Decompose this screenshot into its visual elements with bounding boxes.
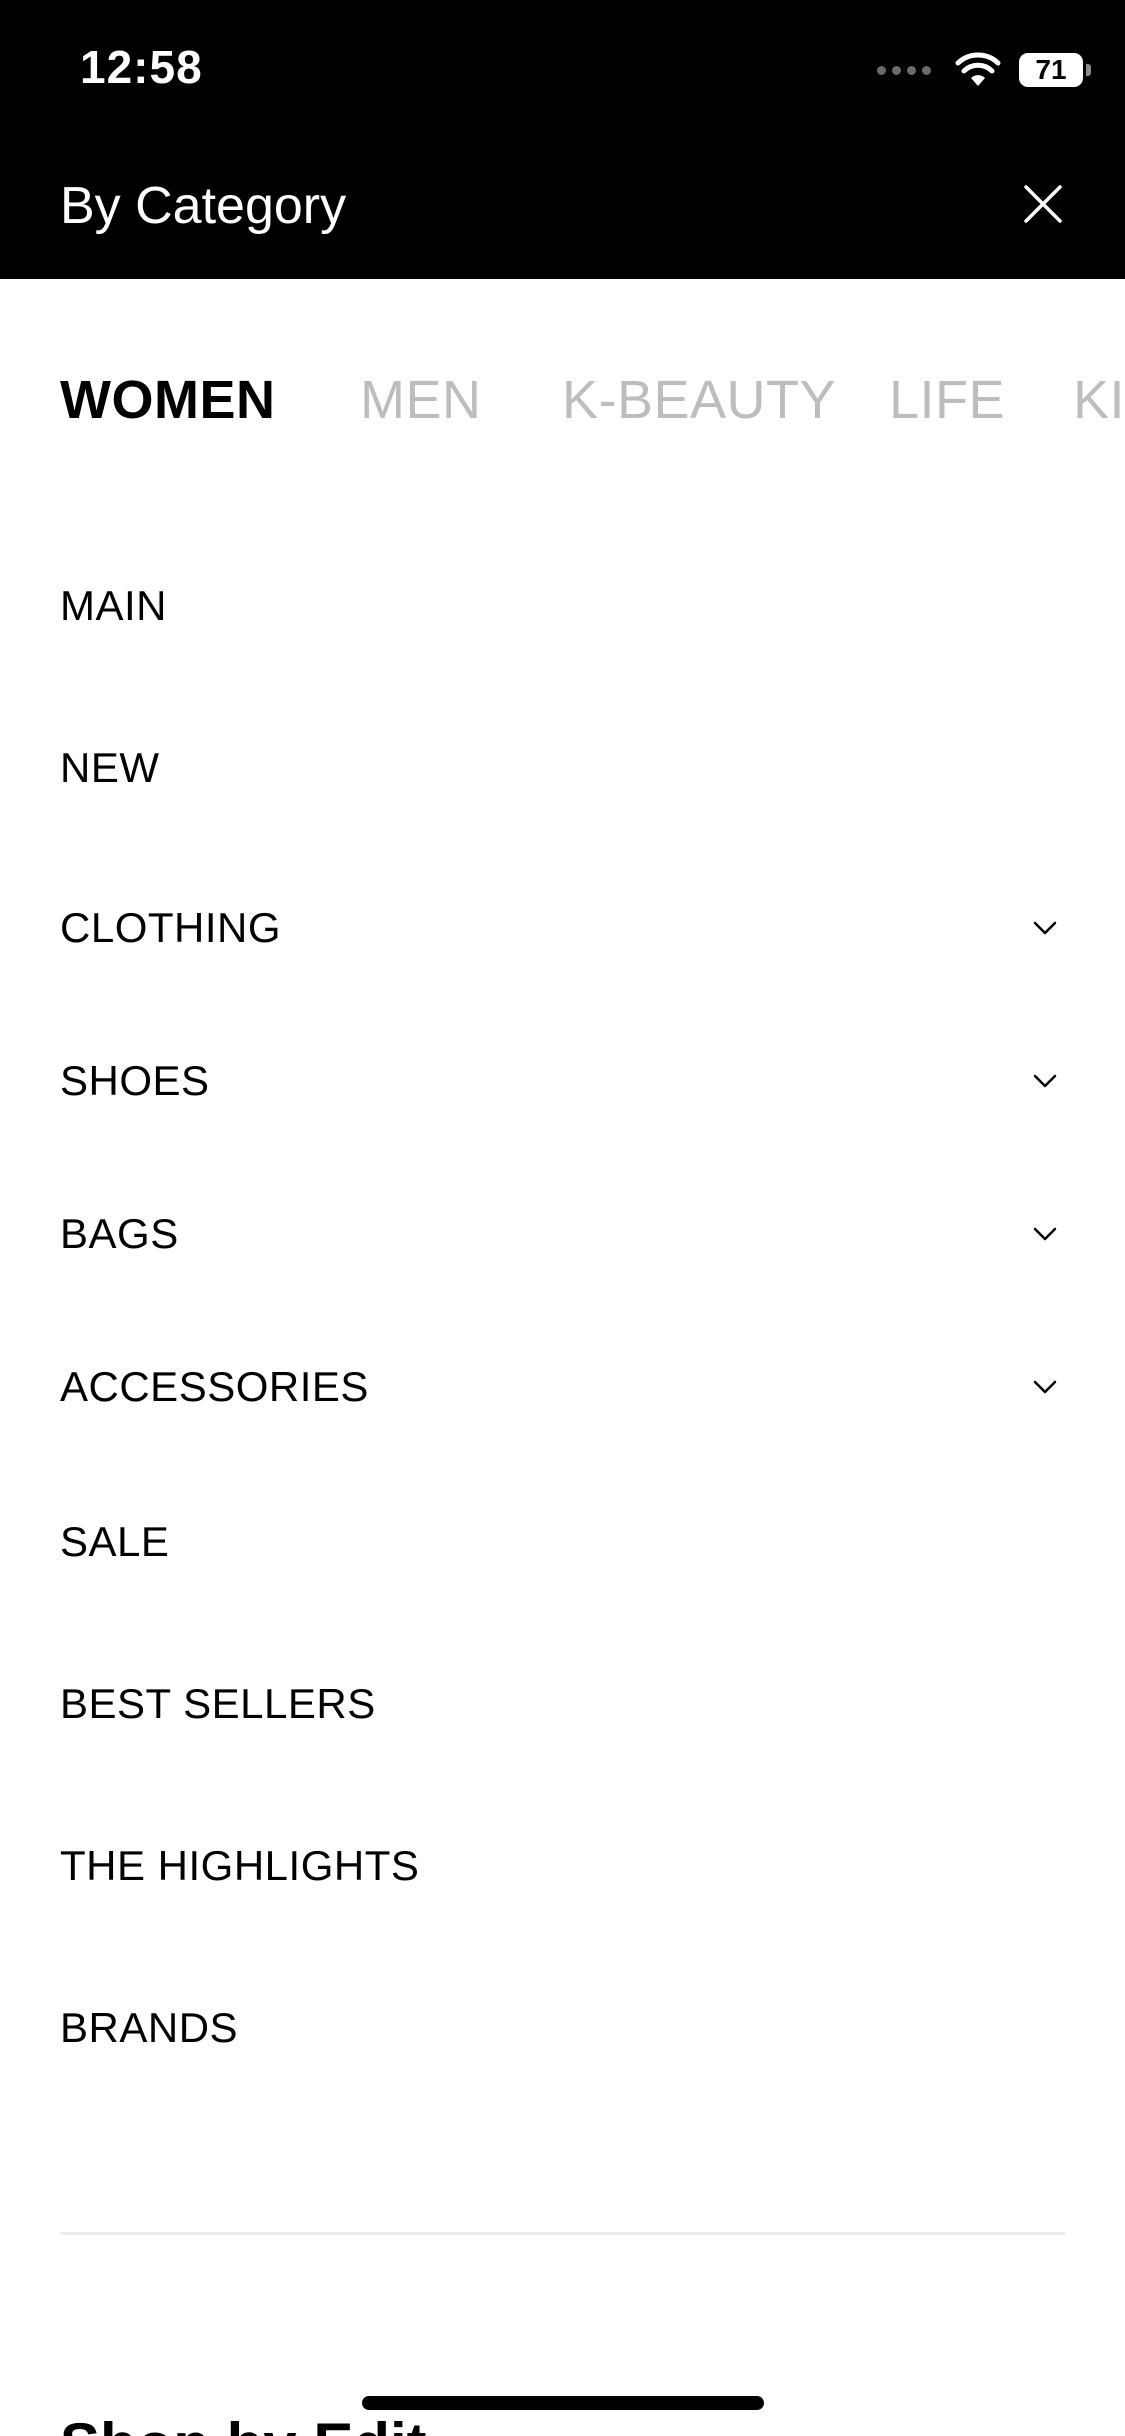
status-time: 12:58 bbox=[80, 41, 203, 93]
menu-item-label: BEST SELLERS bbox=[60, 1680, 376, 1727]
category-menu-screen: 12:58 71 By Category WOMEN MEN K-BEAUTY … bbox=[0, 0, 1125, 2436]
tab-men[interactable]: MEN bbox=[360, 360, 482, 440]
menu-item-clothing[interactable]: CLOTHING bbox=[60, 873, 1065, 983]
tab-k-beauty[interactable]: K-BEAUTY bbox=[562, 360, 836, 440]
menu-item-label: CLOTHING bbox=[60, 904, 282, 951]
chevron-down-icon[interactable] bbox=[1025, 1214, 1065, 1254]
menu-item-label: ACCESSORIES bbox=[60, 1363, 369, 1410]
page-title: By Category bbox=[60, 177, 347, 235]
menu-item-label: BAGS bbox=[60, 1210, 179, 1257]
section-divider bbox=[60, 2232, 1065, 2235]
chevron-down-icon[interactable] bbox=[1025, 1367, 1065, 1407]
close-icon bbox=[1024, 185, 1062, 223]
menu-item-accessories[interactable]: ACCESSORIES bbox=[60, 1332, 1065, 1442]
close-button[interactable] bbox=[1011, 172, 1075, 236]
menu-item-shoes[interactable]: SHOES bbox=[60, 1026, 1065, 1136]
chevron-down-icon[interactable] bbox=[1025, 908, 1065, 948]
wifi-icon bbox=[955, 52, 1001, 86]
header: 12:58 71 By Category bbox=[0, 0, 1125, 279]
menu-item-label: THE HIGHLIGHTS bbox=[60, 1842, 420, 1889]
menu-item-label: MAIN bbox=[60, 582, 167, 629]
status-icons: 71 bbox=[877, 48, 1091, 92]
battery-icon: 71 bbox=[1019, 53, 1091, 87]
menu-item-brands[interactable]: BRANDS bbox=[60, 1973, 1065, 2083]
tab-kids[interactable]: KIDS bbox=[1073, 360, 1125, 440]
menu-item-the-highlights[interactable]: THE HIGHLIGHTS bbox=[60, 1811, 1065, 1921]
menu-item-new[interactable]: NEW bbox=[60, 713, 1065, 823]
menu-item-main[interactable]: MAIN bbox=[60, 551, 1065, 661]
menu-item-sale[interactable]: SALE bbox=[60, 1487, 1065, 1597]
tab-life[interactable]: LIFE bbox=[889, 360, 1005, 440]
tab-women[interactable]: WOMEN bbox=[60, 360, 275, 440]
menu-item-label: BRANDS bbox=[60, 2004, 239, 2051]
section-heading: Shop by Edit bbox=[60, 2410, 427, 2436]
chevron-down-icon[interactable] bbox=[1025, 1061, 1065, 1101]
home-indicator[interactable] bbox=[362, 2396, 764, 2410]
menu-item-label: SHOES bbox=[60, 1057, 210, 1104]
category-tabs: WOMEN MEN K-BEAUTY LIFE KIDS bbox=[0, 360, 1125, 440]
menu-item-best-sellers[interactable]: BEST SELLERS bbox=[60, 1649, 1065, 1759]
menu-item-label: NEW bbox=[60, 744, 160, 791]
menu-item-bags[interactable]: BAGS bbox=[60, 1179, 1065, 1289]
signal-icon bbox=[877, 65, 931, 75]
menu-item-label: SALE bbox=[60, 1518, 170, 1565]
